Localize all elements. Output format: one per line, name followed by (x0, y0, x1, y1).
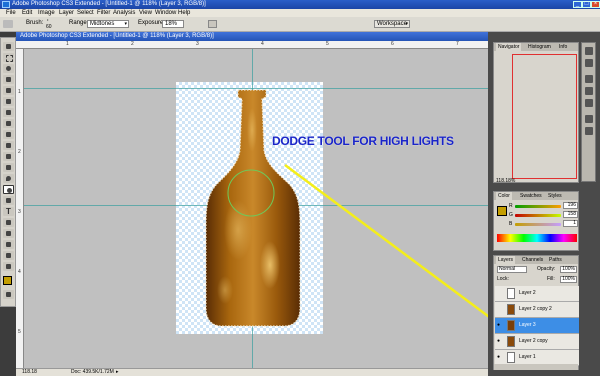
layer-row[interactable]: Layer 2 (495, 286, 579, 302)
layer-thumbnail (507, 288, 515, 299)
navigator-panel: Navigator Histogram Info 118.18% (493, 42, 579, 184)
color-g-slider[interactable] (515, 214, 561, 217)
layers-panel-footer (494, 364, 578, 370)
layer-thumbnail (507, 336, 515, 347)
layer-row[interactable]: Layer 2 copy 2 (495, 302, 579, 318)
eye-icon[interactable] (497, 307, 503, 312)
annotation-text: DODGE TOOL FOR HIGH LIGHTS (272, 134, 454, 148)
tab-styles[interactable]: Styles (546, 192, 564, 200)
color-g-label: G (509, 212, 513, 218)
layer-comps-icon[interactable] (585, 99, 593, 107)
color-r-slider[interactable] (515, 205, 561, 208)
layer-name: Layer 1 (519, 354, 536, 360)
layers-panel: Layers Channels Paths Normal Opacity: 10… (493, 255, 579, 370)
actions-icon[interactable] (585, 59, 593, 67)
navigator-view-box[interactable] (512, 54, 577, 179)
navigator-tabs: Navigator Histogram Info (494, 43, 578, 51)
color-b-slider[interactable] (515, 223, 561, 226)
tab-swatches[interactable]: Swatches (518, 192, 544, 200)
panel-dock-icons (581, 42, 596, 182)
layers-tabs: Layers Channels Paths (494, 256, 578, 264)
layer-thumbnail (507, 320, 515, 331)
tab-layers[interactable]: Layers (496, 256, 516, 264)
history-icon[interactable] (585, 47, 593, 55)
layer-name: Layer 2 copy (519, 338, 548, 344)
layer-row-selected[interactable]: ● Layer 3 (495, 318, 579, 334)
color-spectrum-bar[interactable] (497, 234, 577, 242)
brushes-icon[interactable] (585, 75, 593, 83)
status-doc-size: Doc: 439.5K/1.72M (71, 369, 114, 375)
tab-channels[interactable]: Channels (520, 256, 545, 264)
layer-name: Layer 2 copy 2 (519, 306, 552, 312)
color-r-label: R (509, 203, 513, 209)
status-bar: 118.18 Doc: 439.5K/1.72M ▸ (16, 368, 488, 376)
fill-input[interactable]: 100% (560, 276, 577, 283)
color-b-value[interactable]: 1 (563, 220, 578, 227)
color-foreground-swatch[interactable] (497, 206, 507, 216)
tab-info[interactable]: Info (557, 43, 569, 51)
tool-presets-icon[interactable] (585, 87, 593, 95)
opacity-label: Opacity: (537, 266, 556, 272)
color-r-value[interactable]: 196 (563, 202, 578, 209)
status-zoom[interactable]: 118.18 (22, 369, 37, 376)
eye-icon[interactable] (497, 291, 503, 296)
eye-icon[interactable]: ● (497, 323, 503, 328)
blend-mode-select[interactable]: Normal (497, 266, 527, 273)
layer-name: Layer 2 (519, 290, 536, 296)
color-g-value[interactable]: 158 (563, 211, 578, 218)
character-icon[interactable] (585, 127, 593, 135)
layer-name: Layer 3 (519, 322, 536, 328)
eye-icon[interactable]: ● (497, 355, 503, 360)
paragraph-icon[interactable] (585, 115, 593, 123)
navigator-zoom[interactable]: 118.18% (496, 178, 515, 184)
color-b-label: B (509, 221, 513, 227)
color-panel: Color Swatches Styles R 196 G 158 B 1 (493, 191, 579, 251)
color-tabs: Color Swatches Styles (494, 192, 578, 200)
status-arrow-icon[interactable]: ▸ (116, 369, 119, 376)
tab-paths[interactable]: Paths (547, 256, 564, 264)
layer-thumbnail (507, 352, 515, 363)
tab-navigator[interactable]: Navigator (496, 43, 522, 51)
eye-icon[interactable]: ● (497, 339, 503, 344)
lock-label: Lock: (497, 276, 509, 282)
layer-thumbnail (507, 304, 515, 315)
opacity-input[interactable]: 100% (560, 266, 577, 273)
tab-histogram[interactable]: Histogram (526, 43, 553, 51)
tab-color[interactable]: Color (496, 192, 512, 200)
layer-row[interactable]: ● Layer 2 copy (495, 334, 579, 350)
fill-label: Fill: (547, 276, 555, 282)
